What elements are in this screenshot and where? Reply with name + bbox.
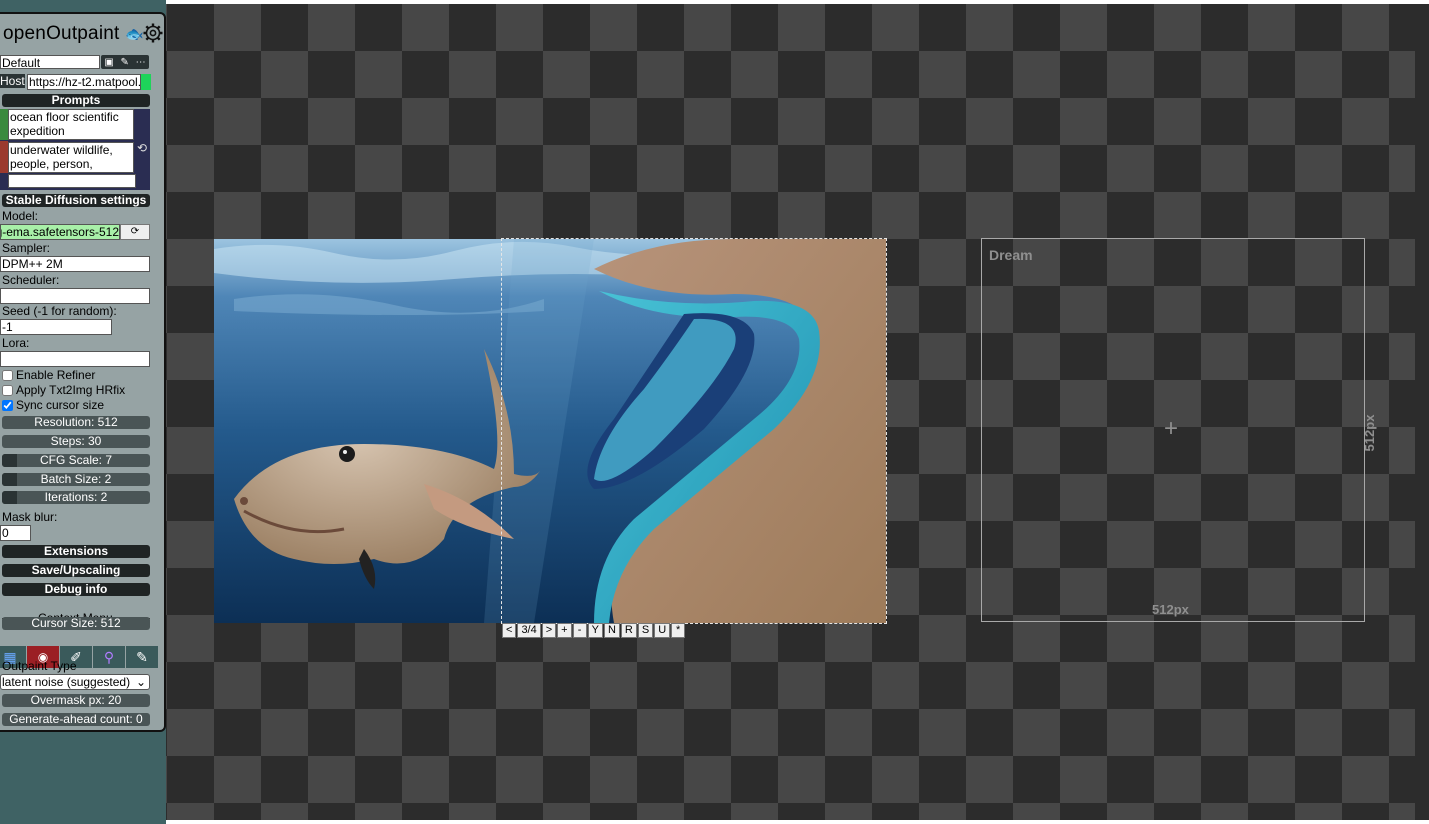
history-icon[interactable]: ⟲: [137, 141, 147, 155]
cfg-text: CFG Scale: 7: [39, 453, 113, 467]
canvas-edge: [1415, 4, 1429, 820]
crosshair-icon: +: [1164, 415, 1179, 442]
enable-refiner-checkbox[interactable]: Enable Refiner: [2, 368, 95, 382]
positive-marker: [0, 109, 8, 140]
host-label: Host: [0, 74, 25, 88]
positive-prompt[interactable]: ocean floor scientific expedition: [8, 109, 134, 140]
steps-slider[interactable]: Steps: 30: [2, 435, 150, 448]
model-label: Model:: [2, 209, 39, 223]
remove-button[interactable]: -: [572, 623, 587, 638]
more-icon[interactable]: ⋯: [136, 57, 146, 68]
save-resource-button[interactable]: S: [637, 623, 654, 638]
history-nav: < 3/4 > + - Y N R S U *: [502, 623, 686, 640]
save-upscaling-header[interactable]: Save/Upscaling: [2, 564, 150, 577]
batch-text: Batch Size: 2: [40, 472, 112, 486]
model-select[interactable]: 512-inpainting-ema.safetensors: [0, 224, 120, 240]
refresh-models-button[interactable]: ⟳: [120, 224, 150, 240]
generate-ahead-slider[interactable]: Generate-ahead count: 0: [2, 713, 150, 726]
cursor-width-label: 512px: [1152, 602, 1189, 617]
scheduler-select[interactable]: [0, 288, 150, 304]
chevron-down-icon: ⌄: [135, 675, 146, 689]
next-button[interactable]: >: [541, 623, 557, 638]
negative-prompt[interactable]: underwater wildlife, people, person,: [8, 142, 134, 173]
pencil-tool[interactable]: ✎: [126, 646, 158, 668]
sd-settings-header[interactable]: Stable Diffusion settings: [2, 194, 150, 207]
pin-icon: ⚲: [103, 648, 115, 665]
extensions-header[interactable]: Extensions: [2, 545, 150, 558]
selection-frame: [501, 238, 887, 624]
add-more-button[interactable]: +: [557, 623, 572, 638]
debug-info-header[interactable]: Debug info: [2, 583, 150, 596]
sync-cursor-toggle[interactable]: [2, 399, 13, 411]
host-input[interactable]: https://hz-t2.matpool.com: [27, 74, 141, 90]
batch-size-slider[interactable]: Batch Size: 2: [2, 473, 150, 486]
star-button[interactable]: *: [671, 623, 686, 638]
batch-fill: [2, 473, 17, 486]
mask-blur-label: Mask blur:: [2, 510, 58, 524]
pencil-icon[interactable]: ✎: [121, 57, 129, 68]
outpaint-type-label: Outpaint Type: [2, 659, 77, 673]
outpaint-type-value: latent noise (suggested): [2, 675, 131, 689]
cursor-height-label: 512px: [1362, 414, 1377, 452]
retry-button[interactable]: R: [620, 623, 637, 638]
reject-button[interactable]: N: [603, 623, 620, 638]
seed-label: Seed (-1 for random):: [2, 304, 117, 318]
iterations-fill: [2, 491, 17, 504]
cursor-size-slider[interactable]: Cursor Size: 512: [2, 617, 150, 630]
cfg-fill: [2, 454, 17, 467]
cfg-slider[interactable]: CFG Scale: 7: [2, 454, 150, 467]
accept-button[interactable]: Y: [587, 623, 603, 638]
resolution-text: Resolution: 512: [34, 415, 118, 429]
app-title: openOutpaint 🐟: [3, 23, 144, 45]
bottom-border: [166, 820, 1429, 824]
iterations-slider[interactable]: Iterations: 2: [2, 491, 150, 504]
workspace-select[interactable]: Default: [0, 55, 100, 69]
enable-refiner-toggle[interactable]: [2, 369, 13, 381]
hrfix-toggle[interactable]: [2, 384, 13, 396]
app-title-text: openOutpaint: [3, 23, 120, 44]
workspace-actions: ▣ ✎ ⋯: [101, 55, 149, 69]
lora-select[interactable]: [0, 351, 150, 367]
prompts-container: ocean floor scientific expedition underw…: [0, 109, 150, 190]
save-icon[interactable]: ▣: [104, 57, 113, 68]
upscale-button[interactable]: U: [654, 623, 671, 638]
hrfix-checkbox[interactable]: Apply Txt2Img HRfix: [2, 383, 125, 397]
cursor-size-text: Cursor Size: 512: [31, 616, 121, 630]
host-status-indicator: [141, 74, 151, 90]
stamp-tool[interactable]: ⚲: [93, 646, 125, 668]
lora-label: Lora:: [2, 336, 30, 350]
iterations-text: Iterations: 2: [44, 490, 108, 504]
style-prompt[interactable]: [8, 174, 136, 188]
overmask-slider[interactable]: Overmask px: 20: [2, 694, 150, 707]
settings-panel: openOutpaint 🐟 Default ▣ ✎ ⋯ Host https:…: [0, 12, 166, 732]
enable-refiner-label: Enable Refiner: [16, 368, 96, 382]
mask-blur-input[interactable]: 0: [0, 525, 31, 541]
refresh-icon: ⟳: [130, 226, 140, 237]
gear-icon[interactable]: [143, 23, 163, 43]
image-counter: 3/4: [517, 623, 541, 638]
prompts-header[interactable]: Prompts: [2, 94, 150, 107]
sampler-label: Sampler:: [2, 241, 51, 255]
sync-cursor-checkbox[interactable]: Sync cursor size: [2, 398, 104, 412]
sync-cursor-label: Sync cursor size: [16, 398, 105, 412]
resolution-slider[interactable]: Resolution: 512: [2, 416, 150, 429]
generate-ahead-text: Generate-ahead count: 0: [9, 712, 143, 726]
outpaint-type-select[interactable]: latent noise (suggested) ⌄: [0, 674, 150, 690]
scheduler-label: Scheduler:: [2, 273, 60, 287]
overmask-text: Overmask px: 20: [30, 693, 122, 707]
steps-text: Steps: 30: [50, 434, 102, 448]
negative-marker: [0, 141, 8, 173]
dream-label: Dream: [989, 247, 1033, 263]
prev-button[interactable]: <: [502, 623, 517, 638]
sampler-select[interactable]: DPM++ 2M: [0, 256, 150, 272]
dream-cursor[interactable]: Dream + 512px 512px: [981, 238, 1377, 622]
fish-icon: 🐟: [124, 26, 144, 43]
pencil-icon: ✎: [136, 648, 148, 665]
hrfix-label: Apply Txt2Img HRfix: [16, 383, 126, 397]
seed-input[interactable]: -1: [0, 319, 112, 335]
